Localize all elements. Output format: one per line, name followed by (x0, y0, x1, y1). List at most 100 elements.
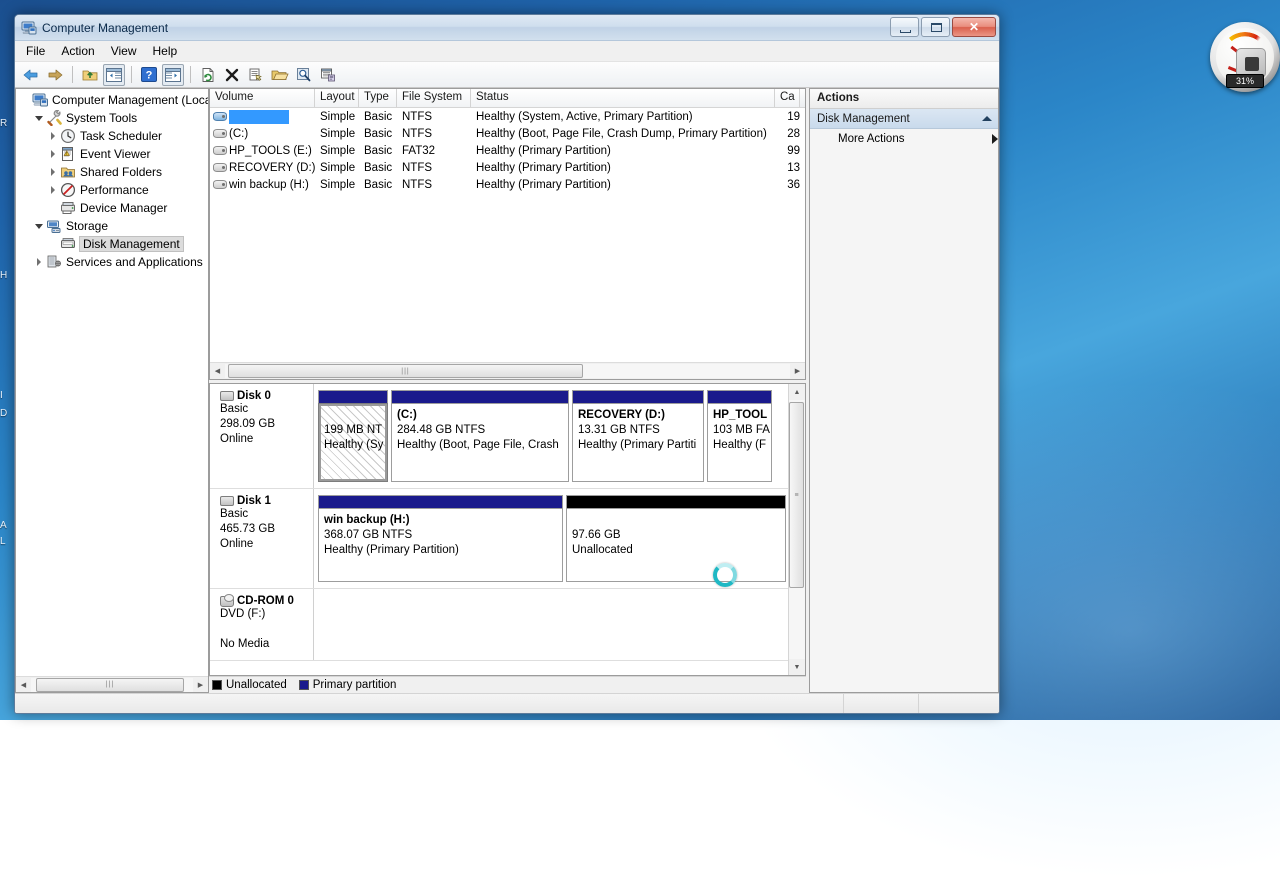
tree-item-storage[interactable]: Storage (18, 217, 208, 235)
partition-block[interactable]: win backup (H:) 368.07 GB NTFS Healthy (Pr… (318, 495, 563, 582)
chevron-right-icon[interactable] (51, 186, 55, 194)
menu-item-file[interactable]: File (18, 42, 53, 60)
action-item-more-actions[interactable]: More Actions (810, 129, 998, 149)
chevron-down-icon[interactable] (35, 115, 43, 121)
disk-view-vertical-scrollbar[interactable]: ▲ ≡ ▼ (788, 384, 805, 675)
column-header-type[interactable]: Type (359, 89, 397, 107)
table-row[interactable]: RECOVERY (D:) Simple Basic NTFS Healthy (Pri… (210, 159, 805, 176)
open-icon[interactable] (269, 64, 291, 86)
partition-color-bar (318, 495, 563, 508)
table-row[interactable]: HP_TOOLS (E:) Simple Basic FAT32 Healthy (Pr… (210, 142, 805, 159)
status-bar-cell-3 (919, 694, 999, 713)
disk-info-panel[interactable]: Disk 1 Basic 465.73 GB Online (210, 489, 314, 588)
menu-item-action[interactable]: Action (53, 42, 102, 60)
legend-label: Primary partition (312, 679, 397, 691)
close-button[interactable]: ✕ (952, 17, 996, 37)
tree-item-performance[interactable]: Performance (18, 181, 208, 199)
partition-details: 199 MB NT Healthy (Sy (318, 403, 388, 482)
column-header-status[interactable]: Status (471, 89, 775, 107)
disk-scroll-up-icon[interactable]: ▲ (789, 384, 805, 400)
partition-block[interactable]: 97.66 GB Unallocated (566, 495, 786, 582)
caret-right-icon[interactable] (992, 134, 998, 144)
actions-section-disk-management[interactable]: Disk Management (810, 109, 998, 129)
disk-size: 465.73 GB (220, 523, 275, 535)
show-hide-tree-icon[interactable] (103, 63, 125, 86)
search-icon[interactable] (293, 64, 315, 86)
export-list-icon[interactable] (317, 64, 339, 86)
chevron-right-icon[interactable] (51, 132, 55, 140)
menu-item-help[interactable]: Help (145, 42, 186, 60)
tree-item-event-viewer[interactable]: ! Event Viewer (18, 145, 208, 163)
partition-block[interactable]: (C:) 284.48 GB NTFS Healthy (Boot, Page Fi… (391, 390, 569, 482)
tree-expander-closed[interactable] (46, 150, 60, 158)
volume-scroll-right-icon[interactable]: ▶ (790, 364, 805, 379)
minimize-button[interactable] (890, 17, 919, 37)
menu-item-view[interactable]: View (103, 42, 145, 60)
window-body: Computer Management (Local System Tools Ta… (15, 88, 999, 693)
partition-block[interactable]: RECOVERY (D:) 13.31 GB NTFS Healthy (Prima… (572, 390, 704, 482)
tree-scroll-left-icon[interactable]: ◀ (16, 677, 31, 692)
partition-block[interactable]: HP_TOOL 103 MB FA Healthy (F (707, 390, 772, 482)
up-one-level-icon[interactable] (79, 64, 101, 86)
svg-text:?: ? (146, 70, 153, 82)
tree-scroll-right-icon[interactable]: ▶ (193, 677, 208, 692)
title-bar[interactable]: Computer Management ✕ (15, 15, 999, 41)
tree-item-services-and-applications[interactable]: Services and Applications (18, 253, 208, 271)
tree-scroll-track[interactable]: ||| (31, 677, 193, 692)
back-arrow-icon[interactable] (20, 64, 42, 86)
tree-expander-closed[interactable] (46, 186, 60, 194)
tree-item-device-manager[interactable]: Device Manager (18, 199, 208, 217)
column-header-layout[interactable]: Layout (315, 89, 359, 107)
chevron-right-icon[interactable] (51, 168, 55, 176)
chevron-right-icon[interactable] (51, 150, 55, 158)
table-row[interactable]: (C:) Simple Basic NTFS Healthy (Boot, Page F… (210, 125, 805, 142)
partition-block[interactable]: 199 MB NT Healthy (Sy (318, 390, 388, 482)
legend-swatch (298, 680, 309, 690)
tree-item-root[interactable]: Computer Management (Local (18, 91, 208, 109)
tree-expander-closed[interactable] (46, 132, 60, 140)
tree-expander-open[interactable] (32, 115, 46, 121)
disk-row-disk-1[interactable]: Disk 1 Basic 465.73 GB Online win backup (H:… (210, 489, 788, 589)
volume-name-cell: (C:) (210, 128, 315, 140)
show-hide-action-pane-icon[interactable] (162, 63, 184, 86)
tree-expander-closed[interactable] (32, 258, 46, 266)
disk-row-cd-rom-0[interactable]: CD-ROM 0 DVD (F:) No Media (210, 589, 788, 661)
refresh-icon[interactable] (197, 64, 219, 86)
tree-item-shared-folders[interactable]: Shared Folders (18, 163, 208, 181)
help-icon[interactable]: ? (138, 64, 160, 86)
volume-list-horizontal-scrollbar[interactable]: ◀ ||| ▶ (210, 362, 805, 379)
volume-scroll-thumb[interactable]: ||| (228, 364, 583, 378)
disk-info-panel[interactable]: Disk 0 Basic 298.09 GB Online (210, 384, 314, 488)
column-header-ca[interactable]: Ca (775, 89, 800, 107)
desktop-icon-label-fragment: D (0, 408, 8, 419)
volume-scroll-left-icon[interactable]: ◀ (210, 364, 225, 379)
chevron-down-icon[interactable] (35, 223, 43, 229)
delete-icon[interactable] (221, 64, 243, 86)
tree-expander-closed[interactable] (46, 168, 60, 176)
disk-scroll-thumb[interactable]: ≡ (789, 402, 804, 588)
volume-scroll-track[interactable]: ||| (225, 364, 790, 378)
cell-status: Healthy (Primary Partition) (476, 178, 611, 191)
cpu-meter-gadget[interactable]: 31% (1210, 22, 1280, 98)
disk-scroll-down-icon[interactable]: ▼ (789, 659, 805, 675)
properties-icon[interactable] (245, 64, 267, 86)
tree-item-system-tools[interactable]: System Tools (18, 109, 208, 127)
column-header-file-system[interactable]: File System (397, 89, 471, 107)
tree-horizontal-scrollbar[interactable]: ◀ ||| ▶ (16, 676, 208, 692)
tree-item-task-scheduler[interactable]: Task Scheduler (18, 127, 208, 145)
partition-name: HP_TOOL (713, 409, 768, 421)
maximize-button[interactable] (921, 17, 950, 37)
table-row[interactable]: win backup (H:) Simple Basic NTFS Healthy (P… (210, 176, 805, 193)
tree-expander-open[interactable] (32, 223, 46, 229)
chevron-right-icon[interactable] (37, 258, 41, 266)
tree-scroll-thumb[interactable]: ||| (36, 677, 184, 692)
disk-scroll-track[interactable]: ≡ (789, 400, 805, 659)
disk-info-panel[interactable]: CD-ROM 0 DVD (F:) No Media (210, 589, 314, 660)
column-header-volume[interactable]: Volume (210, 89, 315, 107)
table-row[interactable]: Simple Basic NTFS Healthy (System, Active, … (210, 108, 805, 125)
system-tools-icon (46, 109, 63, 127)
forward-arrow-icon[interactable] (44, 64, 66, 86)
tree-item-disk-management[interactable]: Disk Management (18, 235, 208, 253)
disk-row-disk-0[interactable]: Disk 0 Basic 298.09 GB Online 199 MB NT Healt… (210, 384, 788, 489)
caret-up-icon[interactable] (982, 116, 992, 121)
